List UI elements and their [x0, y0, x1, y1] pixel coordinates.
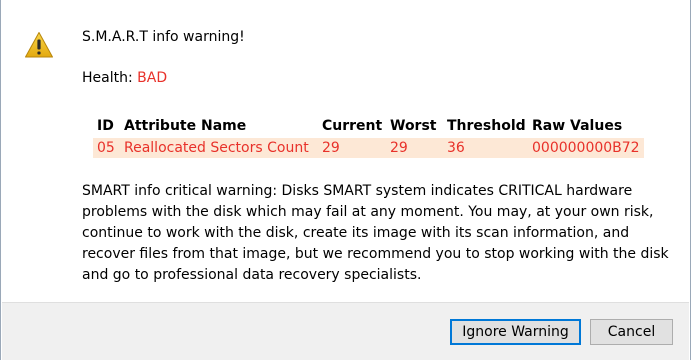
ignore-warning-button[interactable]: Ignore Warning: [450, 319, 581, 345]
cell-raw-values: 000000000B72: [532, 138, 644, 158]
cell-attribute-name: Reallocated Sectors Count: [124, 138, 322, 158]
cell-current: 29: [322, 138, 390, 158]
dialog-footer: Ignore Warning Cancel: [2, 302, 689, 360]
health-status: Health: BAD: [82, 70, 167, 86]
table-row: 05 Reallocated Sectors Count 29 29 36 00…: [93, 138, 644, 158]
column-header-worst: Worst: [390, 118, 437, 134]
table-header-row: ID Attribute Name Current Worst Threshol…: [93, 118, 644, 138]
column-header-id: ID: [97, 118, 114, 134]
smart-attribute-table: ID Attribute Name Current Worst Threshol…: [93, 118, 644, 158]
smart-warning-dialog: S.M.A.R.T info warning! Health: BAD ID A…: [0, 0, 691, 360]
dialog-title: S.M.A.R.T info warning!: [82, 29, 245, 45]
cell-id: 05: [93, 138, 124, 158]
warning-triangle-icon: [25, 32, 53, 58]
health-value: BAD: [137, 70, 168, 86]
column-header-attribute-name: Attribute Name: [124, 118, 247, 134]
cancel-button[interactable]: Cancel: [590, 319, 673, 345]
cell-worst: 29: [390, 138, 447, 158]
column-header-current: Current: [322, 118, 383, 134]
column-header-threshold: Threshold: [447, 118, 526, 134]
cell-threshold: 36: [447, 138, 532, 158]
health-label: Health:: [82, 70, 138, 86]
warning-message: SMART info critical warning: Disks SMART…: [82, 183, 669, 283]
column-header-raw-values: Raw Values: [532, 118, 623, 134]
